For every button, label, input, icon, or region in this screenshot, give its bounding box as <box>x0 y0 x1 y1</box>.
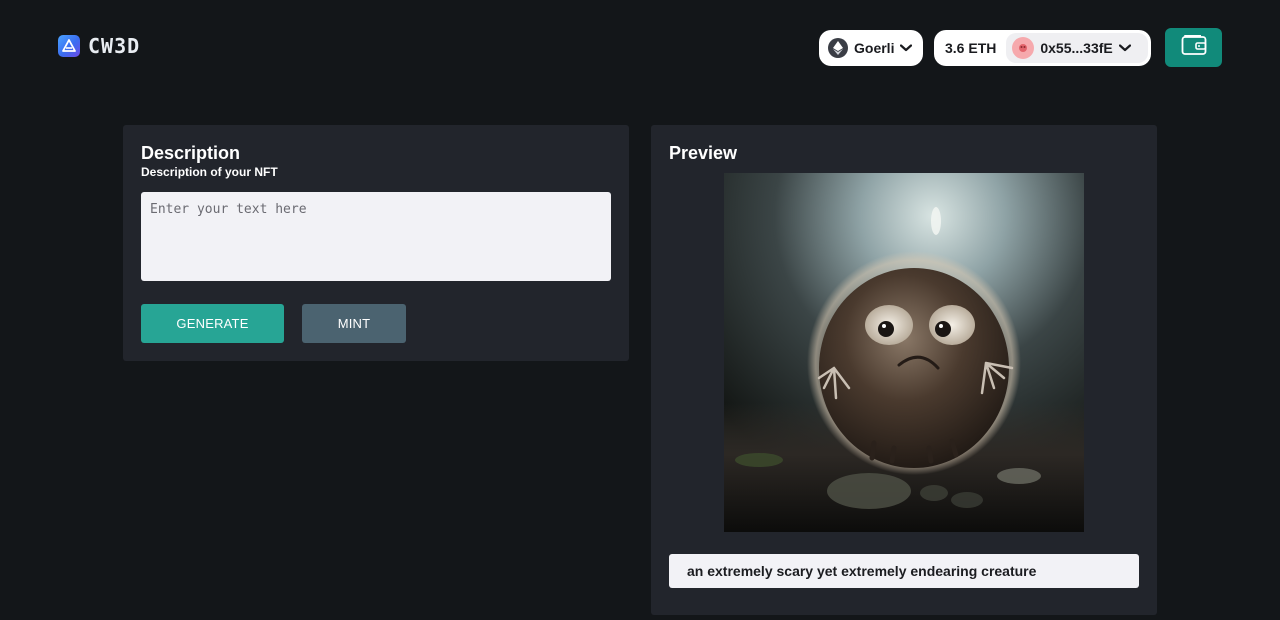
description-subtitle: Description of your NFT <box>141 165 278 179</box>
account-pill: 3.6 ETH 0x55...33fE <box>934 30 1151 66</box>
preview-card: Preview an extremely scary yet extremely… <box>651 125 1157 615</box>
wallet-button[interactable] <box>1165 28 1222 67</box>
network-name: Goerli <box>854 40 895 56</box>
account-address: 0x55...33fE <box>1040 40 1113 56</box>
brand-name: CW3D <box>88 34 141 58</box>
account-selector[interactable]: 0x55...33fE <box>1006 33 1148 63</box>
mint-button[interactable]: MINT <box>302 304 406 343</box>
chevron-down-icon <box>1118 44 1131 52</box>
brand-logo[interactable]: CW3D <box>58 34 140 58</box>
generate-button[interactable]: GENERATE <box>141 304 284 343</box>
network-selector[interactable]: Goerli <box>819 30 923 66</box>
brand-logo-icon <box>58 35 80 57</box>
chevron-down-icon <box>900 44 913 52</box>
description-title: Description <box>141 143 241 163</box>
wallet-icon <box>1181 34 1207 61</box>
preview-image <box>724 173 1084 532</box>
avatar <box>1012 37 1035 59</box>
description-card: Description Description of your NFT GENE… <box>123 125 629 361</box>
preview-title: Preview <box>669 143 738 163</box>
description-input[interactable] <box>141 192 611 281</box>
ethereum-icon <box>828 38 848 58</box>
preview-caption: an extremely scary yet extremely endeari… <box>669 554 1139 588</box>
eth-balance: 3.6 ETH <box>945 40 997 56</box>
